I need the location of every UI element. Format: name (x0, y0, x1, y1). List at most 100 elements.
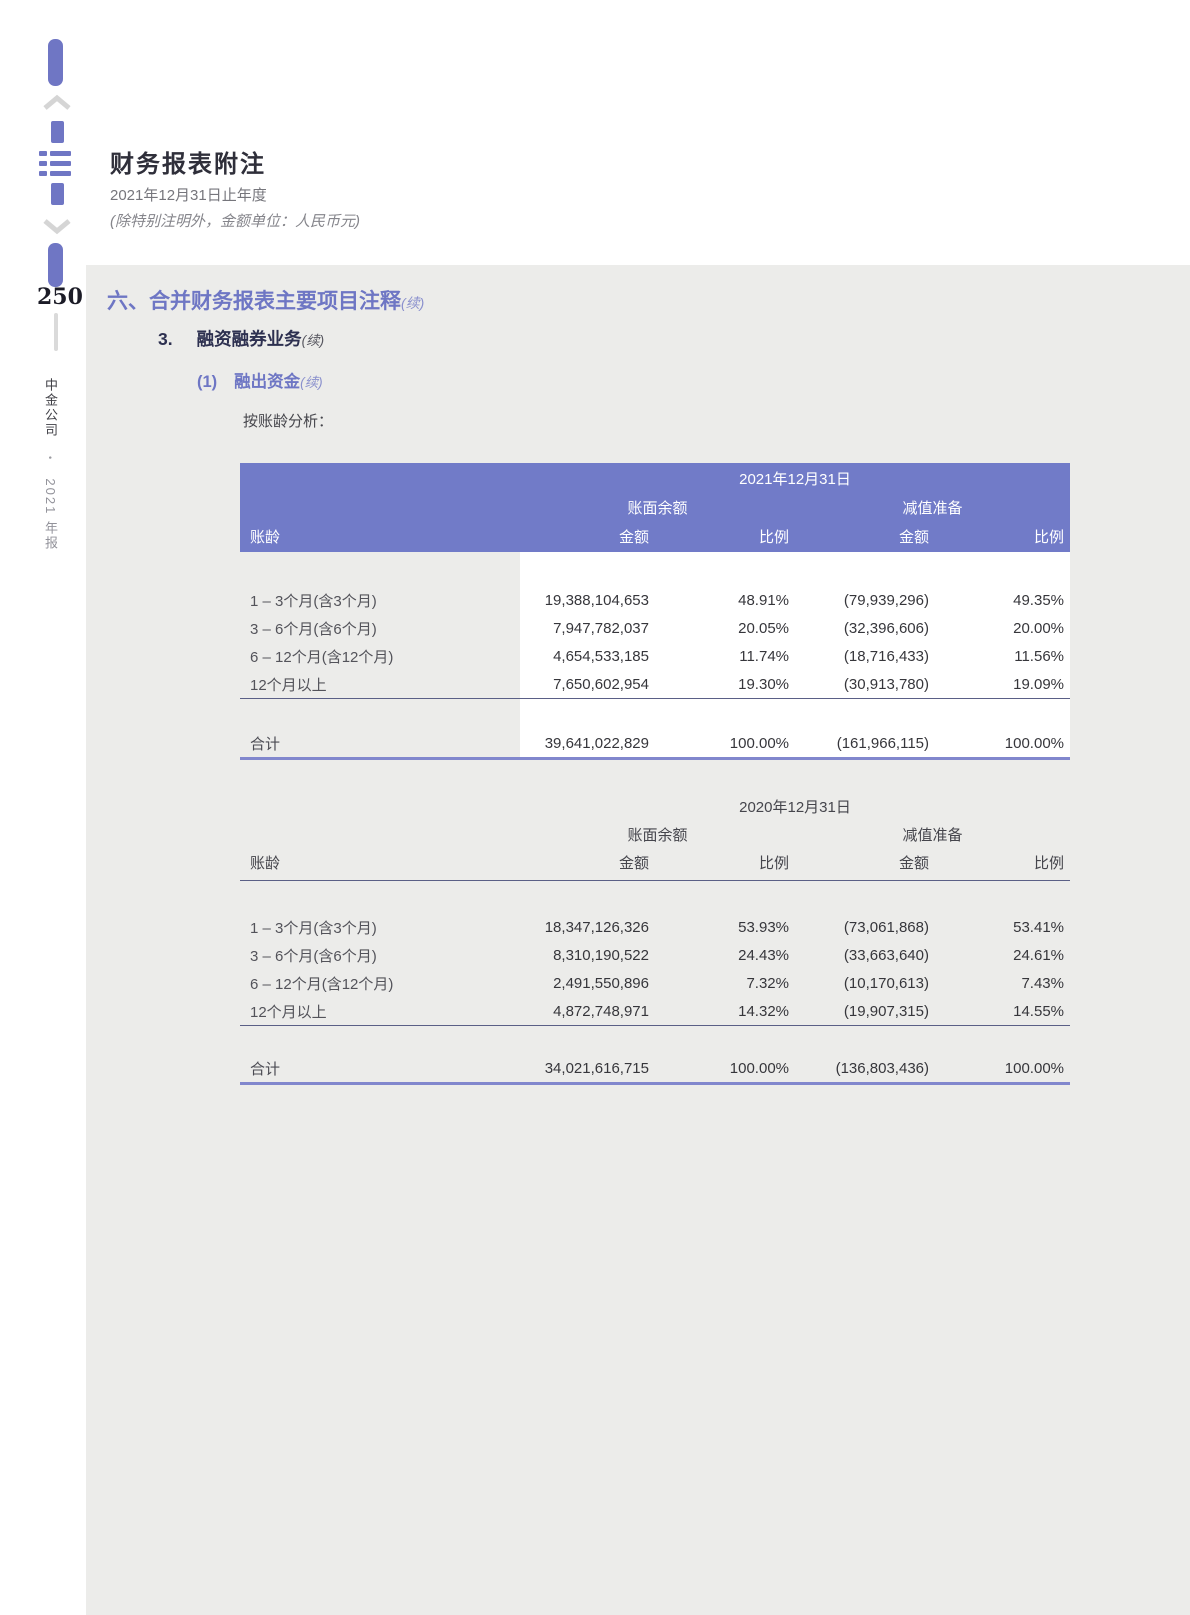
total-row: 合计 39,641,022,829 100.00% (161,966,115) … (240, 729, 1070, 757)
impairment-ratio: 7.43% (935, 975, 1070, 992)
balance-ratio: 11.74% (655, 648, 795, 665)
age-bucket-label: 3 – 6个月(含6个月) (240, 945, 520, 966)
column-header-amount: 金额 (520, 526, 655, 547)
balance-ratio: 48.91% (655, 592, 795, 609)
age-bucket-label: 1 – 3个月(含3个月) (240, 917, 520, 938)
bullet-separator: • (45, 456, 55, 461)
total-label: 合计 (240, 733, 520, 754)
sidebar-tick-line (54, 313, 58, 351)
column-group-impairment: 减值准备 (795, 497, 1070, 518)
page-number: 250 (37, 284, 83, 310)
balance-amount: 2,491,550,896 (520, 975, 655, 992)
chevron-up-icon[interactable] (42, 93, 72, 113)
column-group-impairment: 减值准备 (795, 824, 1070, 845)
balance-amount: 7,947,782,037 (520, 620, 655, 637)
subsection-heading: 3. 融资融券业务(续) (158, 326, 324, 351)
balance-ratio: 14.32% (655, 1003, 795, 1020)
column-header-amount: 金额 (795, 852, 935, 873)
impairment-amount: (73,061,868) (795, 919, 935, 936)
column-group-date: 2021年12月31日 (520, 468, 1070, 489)
table-row: 12个月以上 4,872,748,971 14.32% (19,907,315)… (240, 997, 1070, 1025)
column-header-ratio: 比例 (935, 852, 1070, 873)
age-bucket-label: 3 – 6个月(含6个月) (240, 618, 520, 639)
impairment-ratio: 19.09% (935, 676, 1070, 693)
balance-amount: 18,347,126,326 (520, 919, 655, 936)
balance-ratio: 53.93% (655, 919, 795, 936)
impairment-amount: (33,663,640) (795, 947, 935, 964)
impairment-amount: (32,396,606) (795, 620, 935, 637)
total-balance-ratio: 100.00% (655, 735, 795, 752)
column-header-ratio: 比例 (655, 526, 795, 547)
impairment-ratio: 53.41% (935, 919, 1070, 936)
total-balance-amount: 34,021,616,715 (520, 1060, 655, 1077)
report-year-label: 2021 年报 (43, 478, 58, 551)
section-heading: 六、合并财务报表主要项目注释(续) (107, 285, 424, 315)
aging-table-2021: 2021年12月31日 账面余额 减值准备 账龄 金额 比例 金额 比例 1 –… (240, 463, 1070, 760)
section-heading-text: 六、合并财务报表主要项目注释 (107, 290, 401, 313)
aging-table-2020-header: 2020年12月31日 账面余额 减值准备 账龄 金额 比例 金额 比例 (240, 792, 1070, 881)
total-impairment-ratio: 100.00% (935, 1060, 1070, 1077)
column-header-age: 账龄 (240, 852, 520, 873)
brand-name: 中金公司 (43, 378, 58, 438)
column-group-date: 2020年12月31日 (520, 796, 1070, 817)
impairment-amount: (19,907,315) (795, 1003, 935, 1020)
balance-ratio: 24.43% (655, 947, 795, 964)
total-row: 合计 34,021,616,715 100.00% (136,803,436) … (240, 1054, 1070, 1082)
aging-table-2021-header: 2021年12月31日 账面余额 减值准备 账龄 金额 比例 金额 比例 (240, 463, 1070, 552)
balance-ratio: 7.32% (655, 975, 795, 992)
sidebar-accent-bar-bottom (48, 243, 63, 287)
balance-amount: 19,388,104,653 (520, 592, 655, 609)
aging-table-2020-body: 1 – 3个月(含3个月) 18,347,126,326 53.93% (73,… (240, 881, 1070, 1085)
impairment-amount: (18,716,433) (795, 648, 935, 665)
table-row: 1 – 3个月(含3个月) 19,388,104,653 48.91% (79,… (240, 586, 1070, 614)
item-heading: (1)融出资金(续) (197, 368, 323, 392)
currency-unit-note: (除特别注明外，金额单位：人民币元) (110, 210, 360, 231)
impairment-amount: (79,939,296) (795, 592, 935, 609)
aging-analysis-intro: 按账龄分析： (243, 410, 333, 431)
impairment-ratio: 20.00% (935, 620, 1070, 637)
aging-table-2021-body: 1 – 3个月(含3个月) 19,388,104,653 48.91% (79,… (240, 552, 1070, 760)
balance-amount: 4,654,533,185 (520, 648, 655, 665)
aging-table-2020: 2020年12月31日 账面余额 减值准备 账龄 金额 比例 金额 比例 1 –… (240, 792, 1070, 1085)
table-row: 3 – 6个月(含6个月) 8,310,190,522 24.43% (33,6… (240, 941, 1070, 969)
table-row: 6 – 12个月(含12个月) 4,654,533,185 11.74% (18… (240, 642, 1070, 670)
total-balance-amount: 39,641,022,829 (520, 735, 655, 752)
list-menu-icon[interactable] (39, 150, 71, 178)
balance-ratio: 19.30% (655, 676, 795, 693)
total-balance-ratio: 100.00% (655, 1060, 795, 1077)
impairment-ratio: 14.55% (935, 1003, 1070, 1020)
continued-mark: (续) (302, 333, 325, 348)
balance-ratio: 20.05% (655, 620, 795, 637)
sidebar-marker-square-top (51, 121, 64, 143)
document-period: 2021年12月31日止年度 (110, 184, 267, 205)
total-impairment-amount: (161,966,115) (795, 735, 935, 752)
impairment-amount: (30,913,780) (795, 676, 935, 693)
balance-amount: 4,872,748,971 (520, 1003, 655, 1020)
sidebar-vertical-branding: 中金公司 • 2021 年报 (44, 378, 57, 551)
age-bucket-label: 12个月以上 (240, 674, 520, 695)
column-header-ratio: 比例 (935, 526, 1070, 547)
table-row: 6 – 12个月(含12个月) 2,491,550,896 7.32% (10,… (240, 969, 1070, 997)
subsection-number: 3. (158, 329, 173, 349)
column-group-balance: 账面余额 (520, 824, 795, 845)
age-bucket-label: 6 – 12个月(含12个月) (240, 973, 520, 994)
table-row: 3 – 6个月(含6个月) 7,947,782,037 20.05% (32,3… (240, 614, 1070, 642)
total-label: 合计 (240, 1058, 520, 1079)
chevron-down-icon[interactable] (42, 216, 72, 236)
sidebar-accent-bar-top (48, 39, 63, 86)
balance-amount: 8,310,190,522 (520, 947, 655, 964)
continued-mark: (续) (300, 375, 323, 390)
column-header-ratio: 比例 (655, 852, 795, 873)
subsection-heading-text: 融资融券业务 (197, 329, 302, 349)
table-row: 12个月以上 7,650,602,954 19.30% (30,913,780)… (240, 670, 1070, 698)
total-impairment-amount: (136,803,436) (795, 1060, 935, 1077)
item-heading-text: 融出资金 (234, 373, 300, 391)
total-impairment-ratio: 100.00% (935, 735, 1070, 752)
column-group-balance: 账面余额 (520, 497, 795, 518)
impairment-ratio: 24.61% (935, 947, 1070, 964)
impairment-ratio: 11.56% (935, 648, 1070, 665)
impairment-amount: (10,170,613) (795, 975, 935, 992)
age-bucket-label: 6 – 12个月(含12个月) (240, 646, 520, 667)
annual-report-page: 250 中金公司 • 2021 年报 财务报表附注 2021年12月31日止年度… (0, 0, 1190, 1615)
age-bucket-label: 12个月以上 (240, 1001, 520, 1022)
